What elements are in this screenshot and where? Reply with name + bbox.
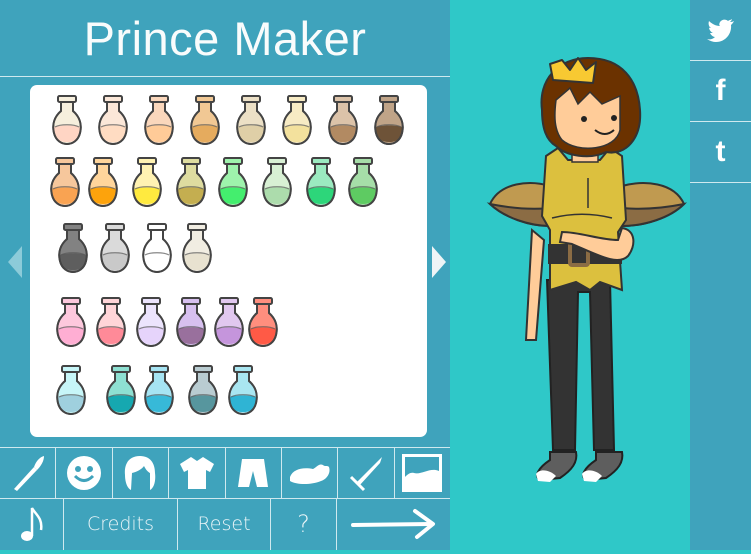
next-step-button[interactable] (337, 498, 450, 550)
category-weapon[interactable] (338, 448, 395, 498)
credits-label: Credits (86, 513, 155, 535)
potion-gray-light[interactable] (98, 221, 132, 275)
potion-olive[interactable] (174, 155, 208, 209)
pants (545, 279, 616, 451)
potion-gray-dark[interactable] (56, 221, 90, 275)
help-button[interactable]: ? (271, 498, 337, 550)
category-background[interactable] (395, 448, 450, 498)
next-page-arrow[interactable] (432, 246, 446, 278)
potion-violet[interactable] (212, 295, 246, 349)
shoe-icon (289, 464, 330, 484)
potion-pink-salmon[interactable] (94, 295, 128, 349)
facebook-button[interactable]: f (690, 61, 751, 122)
editor-panel: Prince Maker Credits Reset ? (0, 0, 450, 550)
arrow-right-icon (350, 509, 435, 539)
potion-green-leaf[interactable] (346, 155, 380, 209)
potion-orange[interactable] (86, 155, 120, 209)
potion-skin-peach[interactable] (142, 93, 176, 147)
potion-lavender[interactable] (134, 295, 168, 349)
prev-page-arrow[interactable] (8, 246, 22, 278)
tumblr-button[interactable]: t (690, 122, 751, 183)
potion-green-bright[interactable] (216, 155, 250, 209)
potion-orange-light[interactable] (48, 155, 82, 209)
page-title: Prince Maker (0, 0, 450, 77)
category-face[interactable] (56, 448, 113, 498)
credits-button[interactable]: Credits (64, 498, 178, 550)
category-shirt[interactable] (169, 448, 226, 498)
right-eye (611, 115, 617, 121)
potion-blue-pale[interactable] (54, 363, 88, 417)
bottom-toolbar: Credits Reset ? (0, 498, 450, 550)
twitter-button[interactable] (690, 0, 751, 61)
potion-skin-tan[interactable] (188, 93, 222, 147)
potion-red[interactable] (246, 295, 280, 349)
category-shoes[interactable] (282, 448, 339, 498)
potion-sky-blue[interactable] (142, 363, 176, 417)
twitter-icon (706, 19, 734, 42)
potion-skin-brown[interactable] (326, 93, 360, 147)
potion-green-emerald[interactable] (304, 155, 338, 209)
smiley-face-icon (67, 456, 102, 490)
facebook-icon: f (715, 74, 726, 107)
potion-skin-peach-light[interactable] (50, 93, 84, 147)
potion-teal[interactable] (104, 363, 138, 417)
paintbrush-icon (13, 456, 44, 491)
potion-skin-beige[interactable] (234, 93, 268, 147)
title-text: Prince Maker (83, 12, 367, 65)
help-label: ? (297, 510, 310, 538)
left-arm (524, 227, 546, 341)
tunic (540, 146, 628, 292)
color-palette (30, 85, 427, 437)
category-hair[interactable] (113, 448, 170, 498)
music-button[interactable] (0, 498, 64, 550)
social-sidebar: f t (690, 0, 751, 550)
potion-ivory[interactable] (180, 221, 214, 275)
prince-character[interactable] (450, 0, 690, 550)
potion-green-pale[interactable] (260, 155, 294, 209)
category-pants[interactable] (226, 448, 282, 498)
shirt-icon (179, 457, 214, 489)
potion-skin-dark-brown[interactable] (372, 93, 406, 147)
hair-icon (125, 456, 156, 490)
potion-cyan[interactable] (226, 363, 260, 417)
category-bar (0, 447, 450, 499)
potion-yellow[interactable] (130, 155, 164, 209)
reset-label: Reset (197, 513, 251, 535)
potion-pink[interactable] (54, 295, 88, 349)
potion-skin-cream[interactable] (96, 93, 130, 147)
potion-white[interactable] (140, 221, 174, 275)
sword-icon (349, 457, 382, 492)
shorts-icon (238, 459, 269, 487)
music-note-icon (20, 507, 43, 541)
potion-purple[interactable] (174, 295, 208, 349)
potion-skin-butter[interactable] (280, 93, 314, 147)
potion-slate-teal[interactable] (186, 363, 220, 417)
category-paint[interactable] (0, 448, 57, 498)
character-stage (450, 0, 690, 550)
background-icon (402, 454, 443, 492)
reset-button[interactable]: Reset (178, 498, 271, 550)
left-eye (581, 116, 587, 122)
tumblr-icon: t (715, 135, 726, 168)
